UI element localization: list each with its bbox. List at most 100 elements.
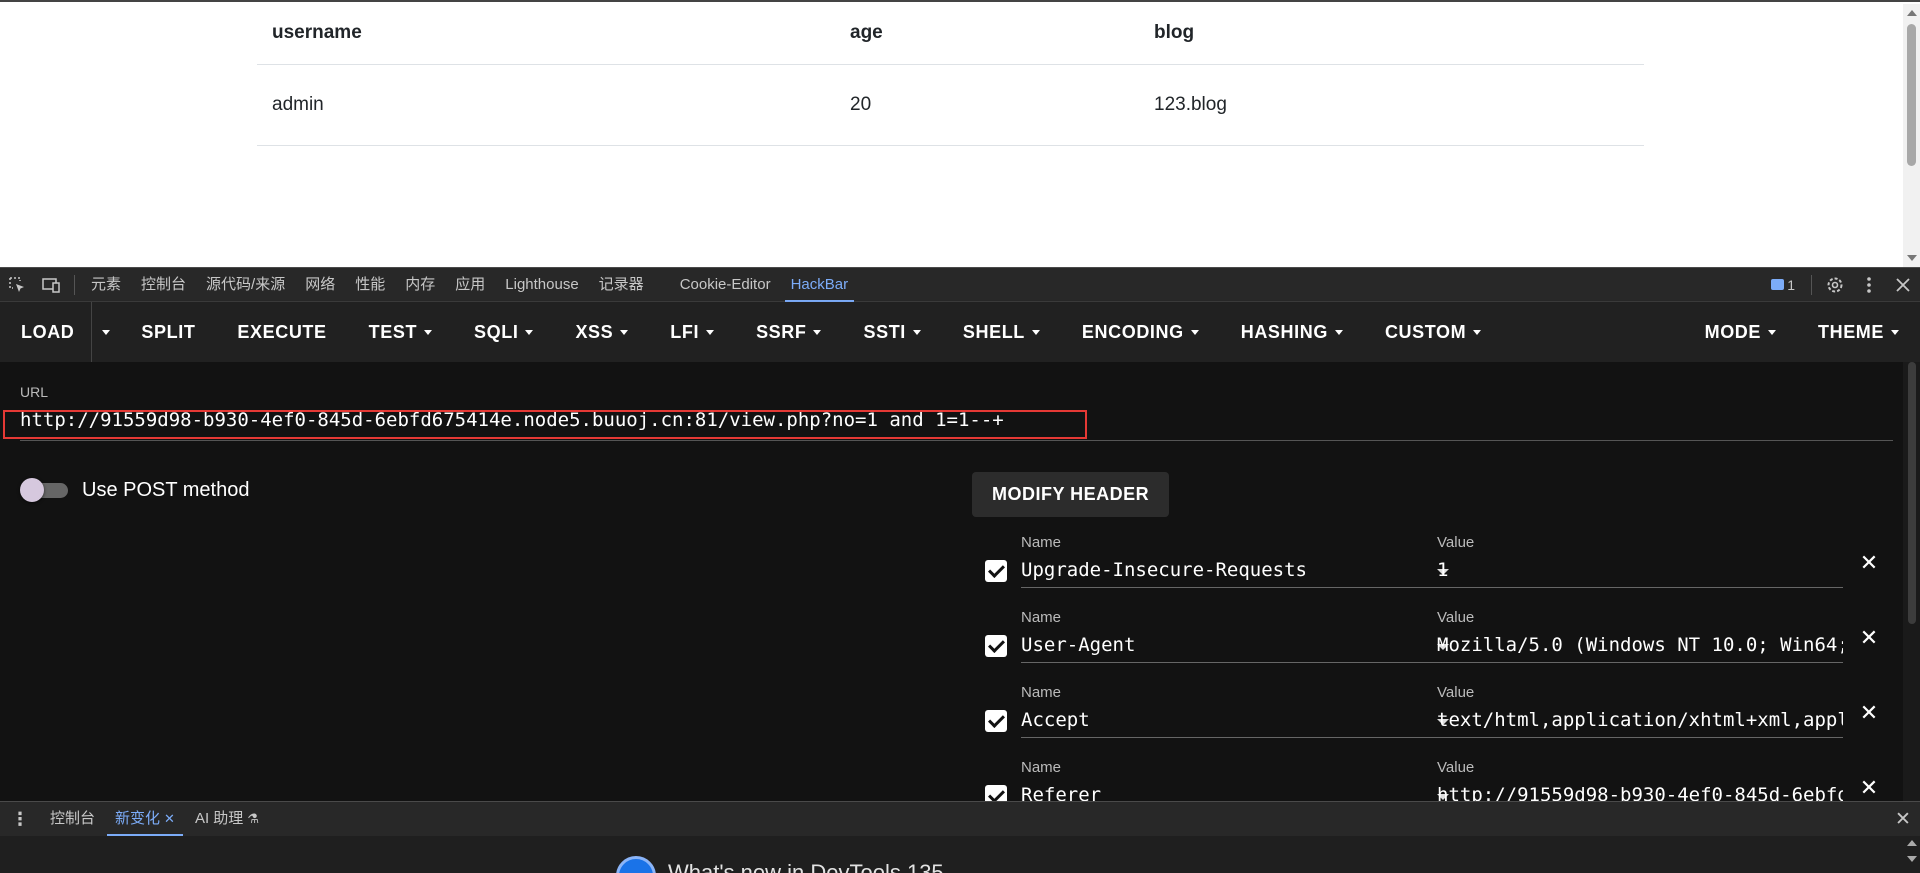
divider [1811, 274, 1812, 295]
whats-new-title: What's new in DevTools 135 [668, 860, 944, 873]
close-icon[interactable] [1886, 268, 1920, 302]
drawer-tab-label: 控制台 [50, 810, 96, 827]
header-name-select[interactable]: Referer [1021, 777, 1455, 801]
scrollbar-thumb[interactable] [1907, 24, 1916, 166]
hackbar-scrollbar[interactable] [1903, 362, 1920, 801]
header-enabled-checkbox[interactable] [985, 710, 1007, 732]
user-table: username age blog admin 20 123.blog [257, 2, 1644, 146]
toggle-knob[interactable] [20, 478, 44, 502]
header-name-value: User-Agent [1021, 634, 1136, 656]
menu-label: HASHING [1240, 321, 1328, 342]
tab-network[interactable]: 网络 [295, 268, 345, 302]
close-drawer-icon[interactable]: ✕ [1886, 808, 1920, 831]
caret-down-icon [706, 329, 715, 335]
menu-ssti[interactable]: SSTI [842, 302, 941, 362]
split-button[interactable]: SPLIT [120, 302, 216, 362]
menu-sqli[interactable]: SQLI [453, 302, 554, 362]
header-value-label: Value [1437, 534, 1475, 551]
caret-down-icon [1031, 329, 1040, 335]
header-value-input[interactable]: text/html,application/xhtml+xml,applicat… [1437, 702, 1843, 738]
tab-recorder[interactable]: 记录器 [589, 268, 654, 302]
header-name-select[interactable]: Accept [1021, 702, 1455, 738]
url-underline [20, 440, 1893, 441]
issues-icon [1771, 279, 1785, 290]
column-header-blog: blog [1139, 2, 1644, 65]
header-enabled-checkbox[interactable] [985, 785, 1007, 801]
drawer-tab-label: AI 助理 [194, 810, 244, 827]
scroll-up-arrow-icon[interactable] [1907, 840, 1917, 846]
menu-hashing[interactable]: HASHING [1220, 302, 1364, 362]
remove-header-close-icon[interactable]: ✕ [1856, 775, 1882, 801]
cell-blog: 123.blog [1139, 64, 1644, 146]
header-enabled-checkbox[interactable] [985, 560, 1007, 582]
menu-test[interactable]: TEST [348, 302, 453, 362]
more-vert-icon[interactable] [1852, 268, 1886, 302]
menu-encoding[interactable]: ENCODING [1061, 302, 1220, 362]
menu-custom[interactable]: CUSTOM [1364, 302, 1502, 362]
header-name-select[interactable]: Upgrade-Insecure-Requests [1021, 552, 1455, 588]
close-tab-icon[interactable]: ✕ [164, 802, 175, 836]
tab-application[interactable]: 应用 [445, 268, 495, 302]
tab-console[interactable]: 控制台 [131, 268, 196, 302]
url-highlight-box [3, 410, 1087, 439]
scroll-up-arrow-icon[interactable] [1907, 10, 1917, 16]
scroll-down-arrow-icon[interactable] [1907, 255, 1917, 261]
drawer-tab-whats-new[interactable]: 新变化 ✕ [105, 802, 185, 836]
header-value-text: text/html,application/xhtml+xml,applicat… [1437, 709, 1843, 731]
scrollbar-thumb[interactable] [1908, 362, 1916, 624]
device-toolbar-icon[interactable] [34, 268, 68, 302]
toggle-switch[interactable] [20, 478, 68, 502]
header-value-input[interactable]: Mozilla/5.0 (Windows NT 10.0; Win64; x64… [1437, 627, 1843, 663]
drawer-scrollbar[interactable] [1903, 836, 1920, 873]
drawer-tab-ai-assistance[interactable]: AI 助理 ⚗ [185, 802, 269, 836]
tab-sources[interactable]: 源代码/来源 [196, 268, 295, 302]
load-dropdown-button[interactable] [92, 302, 120, 362]
caret-down-icon [912, 329, 921, 335]
settings-gear-icon[interactable] [1818, 268, 1852, 302]
post-method-toggle[interactable]: Use POST method [20, 478, 249, 502]
tab-lighthouse[interactable]: Lighthouse [495, 268, 588, 302]
execute-button[interactable]: EXECUTE [216, 302, 347, 362]
drawer-menu-icon[interactable]: ⋮ [0, 809, 40, 830]
menu-xss[interactable]: XSS [554, 302, 649, 362]
remove-header-close-icon[interactable]: ✕ [1856, 625, 1882, 651]
header-row: Name Accept Value text/html,application/… [985, 684, 1878, 759]
header-name-label: Name [1021, 534, 1062, 551]
tab-elements[interactable]: 元素 [81, 268, 131, 302]
issues-counter[interactable]: 1 [1761, 277, 1805, 293]
header-value-input[interactable]: 1 [1437, 552, 1843, 588]
menu-lfi[interactable]: LFI [649, 302, 735, 362]
flask-icon: ⚗ [247, 811, 259, 826]
scroll-down-arrow-icon[interactable] [1907, 856, 1917, 862]
remove-header-close-icon[interactable]: ✕ [1856, 550, 1882, 576]
remove-header-close-icon[interactable]: ✕ [1856, 700, 1882, 726]
menu-mode[interactable]: MODE [1684, 302, 1797, 362]
header-value-input[interactable]: http://91559d98-b930-4ef0-845d-6ebfd6754… [1437, 777, 1843, 801]
drawer-tab-console[interactable]: 控制台 [40, 802, 105, 836]
page-scrollbar[interactable] [1903, 4, 1920, 267]
inspect-element-icon[interactable] [0, 268, 34, 302]
header-name-value: Referer [1021, 784, 1102, 801]
header-value-text: 1 [1437, 559, 1449, 581]
tab-memory[interactable]: 内存 [395, 268, 445, 302]
tab-hackbar[interactable]: HackBar [781, 268, 859, 302]
tab-cookie-editor[interactable]: Cookie-Editor [670, 268, 781, 302]
header-enabled-checkbox[interactable] [985, 635, 1007, 657]
drawer-tab-label: 新变化 [115, 810, 161, 827]
table-row: admin 20 123.blog [257, 64, 1644, 146]
drawer-tab-bar: ⋮ 控制台 新变化 ✕ AI 助理 ⚗ ✕ [0, 801, 1920, 836]
menu-ssrf[interactable]: SSRF [735, 302, 842, 362]
tab-performance[interactable]: 性能 [345, 268, 395, 302]
menu-shell[interactable]: SHELL [942, 302, 1061, 362]
load-button[interactable]: LOAD [0, 302, 93, 362]
menu-theme[interactable]: THEME [1797, 302, 1920, 362]
divider [74, 274, 75, 295]
column-header-age: age [835, 2, 1139, 65]
caret-down-icon [1190, 329, 1199, 335]
column-header-username: username [257, 2, 835, 65]
cell-username: admin [257, 64, 835, 146]
url-label: URL [20, 384, 49, 400]
header-name-select[interactable]: User-Agent [1021, 627, 1455, 663]
devtools-logo-icon [616, 856, 656, 873]
modify-header-button[interactable]: MODIFY HEADER [972, 472, 1170, 517]
